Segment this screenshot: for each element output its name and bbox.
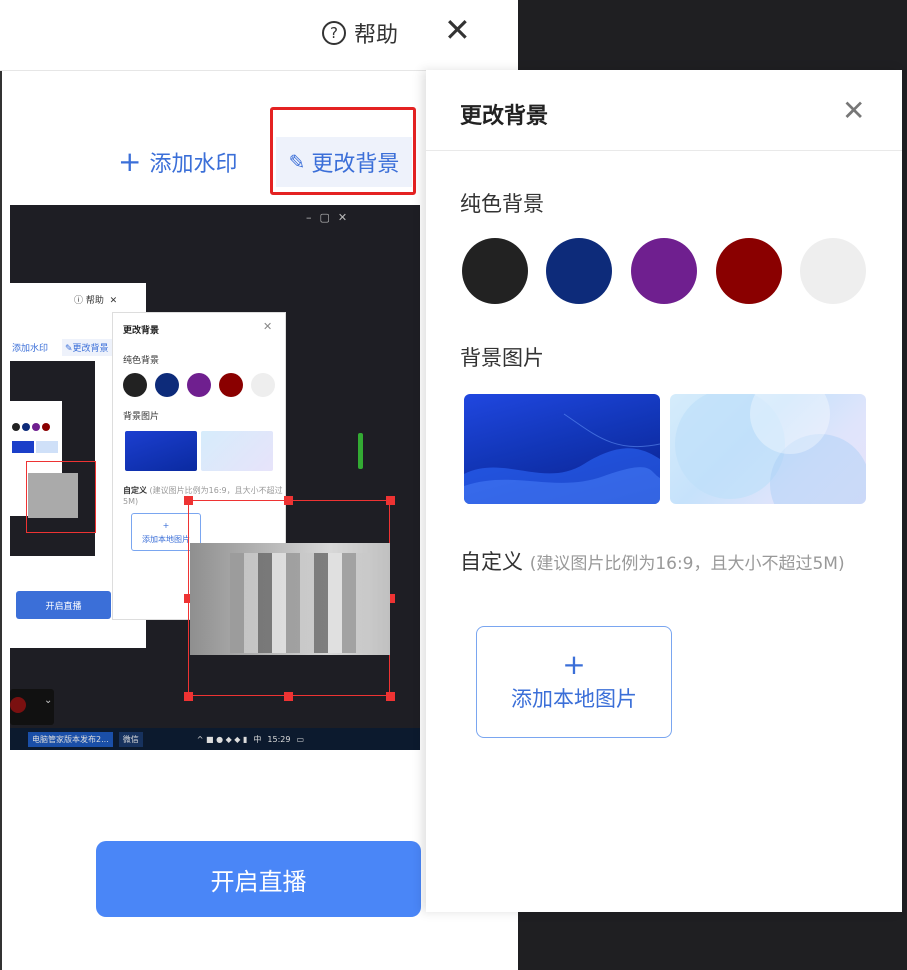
inner-change-background: ✎更改背景 (62, 339, 112, 356)
inner-bg-thumb (125, 431, 197, 471)
inner-solid-label: 纯色背景 (123, 356, 160, 366)
inner-preview (10, 361, 96, 556)
inner-close-icon: ✕ (263, 320, 273, 333)
plus-icon: + (118, 145, 142, 178)
window-border (0, 0, 2, 970)
resize-handle[interactable] (386, 692, 395, 701)
camera-feed (190, 543, 390, 655)
help-button[interactable]: ? 帮助 (322, 17, 398, 49)
panel-close-icon[interactable]: ✕ (842, 94, 865, 127)
start-live-button[interactable]: 开启直播 (96, 841, 421, 917)
inner-bg-label: 背景图片 (123, 412, 160, 422)
resize-handle[interactable] (386, 496, 395, 505)
resize-handle[interactable] (284, 496, 293, 505)
change-background-panel: 更改背景 ✕ 纯色背景 背景图片 自定义 (建议图片比例为16:9，且大小不超过… (426, 70, 902, 912)
plus-icon: + (562, 648, 586, 681)
taskbar-time: 15:29 (267, 734, 291, 744)
close-icon[interactable]: ✕ (444, 14, 471, 46)
inner-start-button: 开启直播 (16, 591, 111, 619)
swatch-darkred[interactable] (716, 238, 782, 304)
add-local-image-label: 添加本地图片 (511, 687, 637, 711)
panel-title: 更改背景 (460, 104, 549, 129)
swatch-purple[interactable] (631, 238, 697, 304)
inner-swatch (155, 373, 179, 397)
inner-panel-title: 更改背景 (123, 326, 160, 336)
pixelated-face (28, 473, 78, 518)
video-preview: –▢✕ ⓘ 帮助 ✕ 添加水印 ✎更改背景 开启直播 更改背景 ✕ 纯色背景 背… (10, 205, 420, 750)
inner-bg-thumb (201, 431, 273, 471)
custom-hint: (建议图片比例为16:9，且大小不超过5M) (529, 554, 845, 574)
inner-help: ⓘ 帮助 ✕ (74, 296, 118, 306)
taskbar-ime: 中 (253, 734, 262, 744)
title-bar: ? 帮助 ✕ (0, 0, 518, 71)
background-image-label: 背景图片 (460, 346, 544, 370)
background-image-light-circles[interactable] (670, 394, 866, 504)
inner-add-watermark: 添加水印 (12, 344, 49, 354)
inner-swatch (187, 373, 211, 397)
resize-handle[interactable] (184, 692, 193, 701)
resize-handle[interactable] (284, 692, 293, 701)
custom-section: 自定义 (建议图片比例为16:9，且大小不超过5M) (460, 546, 880, 580)
background-image-blue-waves[interactable] (464, 394, 660, 504)
add-watermark-button[interactable]: + 添加水印 (118, 146, 237, 178)
resize-handle[interactable] (184, 496, 193, 505)
swatch-white[interactable] (800, 238, 866, 304)
panel-header: 更改背景 ✕ (426, 70, 902, 151)
volume-meter (358, 433, 363, 469)
record-control: ⌄ (10, 689, 54, 725)
custom-label: 自定义 (460, 550, 523, 574)
swatch-navy[interactable] (546, 238, 612, 304)
inner-swatch (251, 373, 275, 397)
pixelated-face (230, 553, 370, 653)
taskbar: 电脑管家版本发布2... 微信 ^ ■ ● ◆ ◆ ▮ 中 15:29 ▭ (10, 728, 420, 750)
help-label: 帮助 (354, 23, 399, 48)
taskbar-app: 电脑管家版本发布2... (28, 731, 113, 747)
taskbar-app: 微信 (118, 731, 143, 747)
wave-pattern (464, 413, 660, 504)
inner-swatch (219, 373, 243, 397)
add-watermark-label: 添加水印 (149, 152, 238, 177)
circle-pattern (675, 394, 866, 504)
solid-background-label: 纯色背景 (460, 192, 544, 216)
inner-swatch (123, 373, 147, 397)
window-controls: –▢✕ (306, 211, 356, 224)
help-circle-icon: ? (322, 21, 346, 45)
highlight-box (270, 107, 416, 195)
add-local-image-button[interactable]: + 添加本地图片 (476, 626, 672, 738)
swatch-black[interactable] (462, 238, 528, 304)
